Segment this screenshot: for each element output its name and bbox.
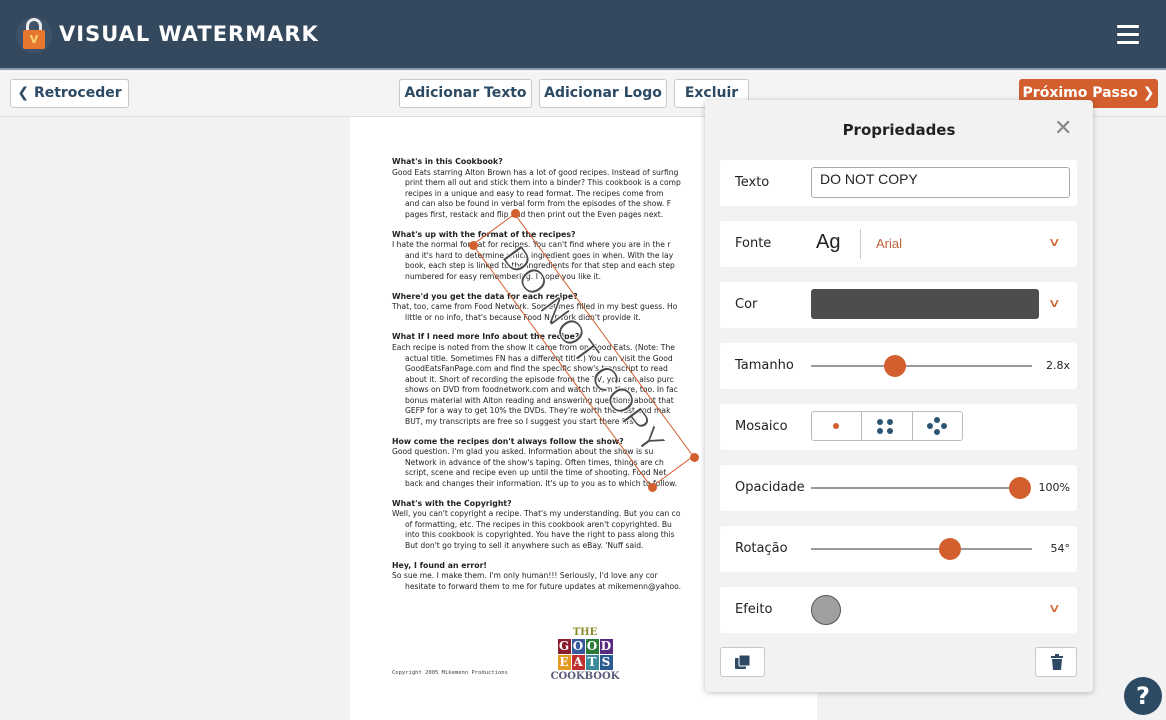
text-row: Texto DO NOT COPY: [720, 160, 1077, 206]
effect-label: Efeito: [735, 602, 773, 617]
rotation-slider[interactable]: [811, 538, 1032, 560]
app-title: VISUAL WATERMARK: [59, 22, 319, 46]
chevron-left-icon: ❮: [17, 85, 30, 101]
mosaic-grid-button[interactable]: [862, 412, 913, 440]
resize-handle[interactable]: [647, 482, 657, 492]
duplicate-button[interactable]: [720, 647, 765, 677]
delete-watermark-button[interactable]: [1035, 647, 1077, 677]
close-icon[interactable]: ✕: [1054, 118, 1072, 140]
size-value: 2.8x: [1045, 359, 1070, 372]
opacity-slider[interactable]: [811, 477, 1031, 499]
mosaic-row: Mosaico: [720, 404, 1077, 450]
color-swatch[interactable]: [811, 289, 1039, 319]
hamburger-menu-icon[interactable]: [1117, 25, 1139, 45]
text-label: Texto: [735, 175, 770, 190]
divider: [860, 229, 861, 259]
rotation-value: 54°: [1050, 542, 1071, 555]
chevron-down-icon[interactable]: ∨: [1048, 601, 1061, 615]
opacity-row: Opacidade 100%: [720, 465, 1077, 511]
font-select[interactable]: Arial: [876, 236, 902, 251]
good-eats-logo: THE GOOD EATS COOKBOOK: [550, 627, 620, 682]
resize-handle[interactable]: [468, 240, 478, 250]
slider-thumb[interactable]: [883, 355, 906, 377]
mosaic-single-button[interactable]: [812, 412, 863, 440]
trash-icon: [1051, 654, 1063, 670]
effect-swatch[interactable]: [811, 595, 841, 625]
font-label: Fonte: [735, 236, 772, 251]
opacity-label: Opacidade: [735, 480, 805, 495]
font-row: Fonte Ag Arial ∨: [720, 221, 1077, 267]
chevron-down-icon[interactable]: ∨: [1048, 235, 1061, 249]
mosaic-options: [811, 411, 963, 441]
help-button[interactable]: ?: [1124, 677, 1162, 715]
rotation-label: Rotação: [735, 541, 788, 556]
color-label: Cor: [735, 297, 758, 312]
chevron-down-icon[interactable]: ∨: [1048, 296, 1061, 310]
add-text-button[interactable]: Adicionar Texto: [399, 79, 532, 108]
copyright-text: Copyright 2005 Mikemenn Productions: [392, 670, 508, 676]
resize-handle[interactable]: [689, 452, 699, 462]
properties-panel: Propriedades ✕ Texto DO NOT COPY Fonte A…: [705, 100, 1093, 692]
opacity-value: 100%: [1038, 481, 1070, 494]
size-label: Tamanho: [735, 358, 794, 373]
app-header: V VISUAL WATERMARK: [0, 0, 1166, 70]
resize-handle[interactable]: [510, 208, 520, 218]
mosaic-label: Mosaico: [735, 419, 788, 434]
color-row: Cor ∨: [720, 282, 1077, 328]
back-button[interactable]: ❮ Retroceder: [10, 79, 129, 108]
slider-thumb[interactable]: [939, 538, 962, 560]
next-label: Próximo Passo: [1022, 85, 1138, 101]
chevron-right-icon: ❯: [1142, 85, 1155, 101]
panel-title: Propriedades: [842, 121, 956, 139]
mosaic-diamond-button[interactable]: [913, 412, 962, 440]
slider-thumb[interactable]: [1009, 477, 1031, 499]
effect-row: Efeito ∨: [720, 587, 1077, 633]
text-input[interactable]: DO NOT COPY: [811, 167, 1070, 198]
lock-logo-icon: V: [16, 17, 52, 53]
font-preview: Ag: [816, 231, 841, 253]
back-label: Retroceder: [33, 85, 122, 101]
add-logo-button[interactable]: Adicionar Logo: [539, 79, 667, 108]
rotation-row: Rotação 54°: [720, 526, 1077, 572]
copy-icon: [735, 654, 751, 669]
size-slider[interactable]: [811, 355, 1032, 377]
size-row: Tamanho 2.8x: [720, 343, 1077, 389]
